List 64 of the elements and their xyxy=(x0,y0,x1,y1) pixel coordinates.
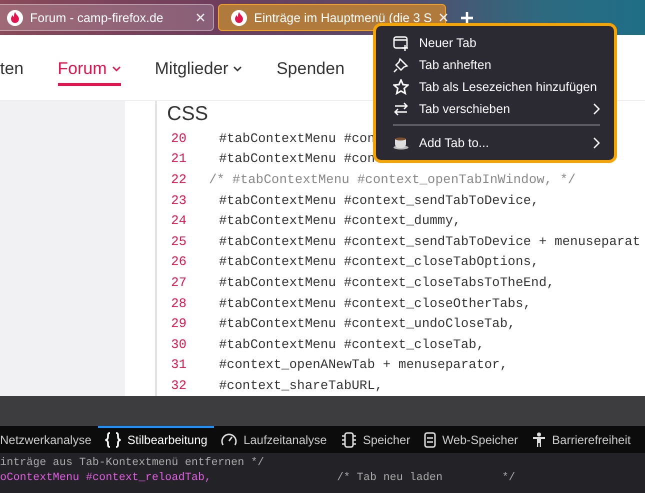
browser-tab[interactable]: Einträge im Hauptmenü (die 3 S xyxy=(218,4,446,31)
code-line: #tabContextMenu #context_undoCloseTab, xyxy=(219,316,516,332)
pin-icon xyxy=(393,57,409,73)
line-number: 29 xyxy=(170,316,188,332)
code-line: #tabContextMenu #context_sendTabToDevice, xyxy=(219,192,539,208)
flame-logo-icon xyxy=(231,10,247,26)
code-block-title: CSS xyxy=(167,103,208,126)
devtools-tab[interactable]: Barrierefreiheit xyxy=(525,426,638,453)
line-number: 25 xyxy=(170,234,188,249)
star-icon xyxy=(393,79,409,95)
line-number: 20 xyxy=(170,130,188,146)
chevron-down-icon xyxy=(233,66,242,72)
code-line: #tabContextMenu #context_closeTabOptions, xyxy=(219,254,539,270)
browser-tab[interactable]: Forum - camp-firefox.de xyxy=(0,4,214,31)
code-line: #tabContextMenu #context_dummy, xyxy=(219,213,461,228)
person-icon xyxy=(532,432,546,448)
code-line: #context_openANewTab + menuseparator, xyxy=(219,357,508,372)
devtools-tab[interactable]: Speicher xyxy=(334,426,418,453)
nav-link[interactable]: Forum xyxy=(58,55,121,86)
line-number: 21 xyxy=(170,151,188,166)
menu-item[interactable]: Tab anheften xyxy=(376,54,614,76)
code-line: #tabContextMenu #context_closeOtherTabs, xyxy=(219,296,532,311)
code-line: #tabContextMenu #context_closeTab, xyxy=(219,336,484,352)
chevron-right-icon xyxy=(593,137,600,149)
menu-item[interactable]: Neuer Tab xyxy=(376,32,614,54)
gauge-icon xyxy=(221,433,238,448)
devtools-tab[interactable]: Web-Speicher xyxy=(417,426,526,453)
code-comment: inträge aus Tab-Kontextmenü entfernen */ xyxy=(0,456,264,471)
code-comment: /* #tabContextMenu #context_openTabInWindow, */ xyxy=(209,172,576,187)
line-number: 31 xyxy=(170,357,188,372)
code-comment: /* Tab neu laden */ xyxy=(337,472,516,486)
code-line: #tabContextMenu #context_sendTabToDevice + menuseparat xyxy=(219,234,640,249)
new-tab-plus-icon[interactable] xyxy=(460,10,474,24)
cup-icon xyxy=(393,136,409,150)
devtools-tab[interactable]: Laufzeitanalyse xyxy=(214,426,334,453)
line-number: 32 xyxy=(170,378,188,393)
menu-item[interactable]: Tab verschieben xyxy=(376,98,614,120)
close-icon[interactable] xyxy=(196,13,205,22)
nav-link[interactable]: Mitglieder xyxy=(154,55,242,86)
line-number: 24 xyxy=(170,213,188,228)
line-number: 28 xyxy=(170,296,188,311)
code-line: oContextMenu #context_reloadTab, xyxy=(0,472,212,486)
nav-link[interactable]: ten xyxy=(0,55,24,86)
line-number: 22 xyxy=(170,172,188,187)
close-icon[interactable] xyxy=(438,13,448,22)
line-number: 27 xyxy=(170,274,188,290)
menu-item[interactable]: Tab als Lesezeichen hinzufügen xyxy=(376,76,614,98)
flame-logo-icon xyxy=(7,10,23,26)
storage-icon xyxy=(424,432,436,448)
chevron-right-icon xyxy=(593,103,600,115)
braces-icon xyxy=(105,432,122,448)
chip-icon xyxy=(340,432,357,448)
new-tab-icon xyxy=(393,35,409,51)
code-line: #tabContextMenu #context_closeTabsToTheEnd, xyxy=(219,274,554,290)
code-line: #tabContextMenu #con xyxy=(219,151,376,166)
code-line: #context_shareTabURL, xyxy=(219,378,383,393)
nav-link[interactable]: Spenden xyxy=(276,55,345,86)
arrows-icon xyxy=(393,101,409,117)
menu-item[interactable]: Add Tab to... xyxy=(376,132,614,154)
line-number: 26 xyxy=(170,254,188,270)
chevron-down-icon xyxy=(112,66,121,72)
line-number: 23 xyxy=(170,192,188,208)
line-number: 30 xyxy=(170,336,188,352)
devtools-tab[interactable]: Netzwerkanalyse xyxy=(0,426,98,453)
